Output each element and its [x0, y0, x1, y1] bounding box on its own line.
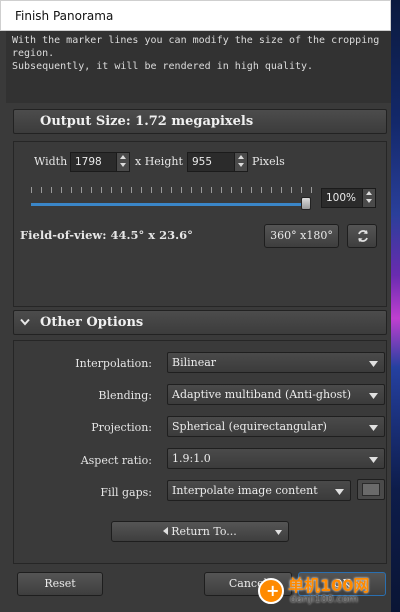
- interpolation-select[interactable]: Bilinear: [167, 352, 385, 373]
- width-stepper[interactable]: [116, 153, 129, 171]
- width-label: Width: [34, 155, 68, 168]
- slider-ticks: [31, 187, 321, 193]
- return-to-label: Return To...: [171, 525, 237, 538]
- reset-crop-button[interactable]: [347, 224, 377, 248]
- width-value: 1798: [75, 156, 102, 168]
- output-size-header: Output Size: 1.72 megapixels: [13, 109, 387, 134]
- dropdown-arrow-icon: [369, 393, 378, 399]
- title-bar: Finish Panorama: [0, 0, 391, 31]
- refresh-icon: [358, 230, 368, 242]
- dropdown-arrow-icon: [335, 489, 344, 495]
- blending-label: Blending:: [98, 389, 152, 402]
- background-panorama: [391, 0, 400, 612]
- watermark: + 单机100网 danji100.com: [258, 572, 391, 612]
- full-360-button[interactable]: 360° x180°: [264, 224, 339, 248]
- other-options-label: Other Options: [40, 315, 144, 330]
- return-to-button[interactable]: Return To...: [111, 521, 289, 542]
- dropdown-arrow-icon: [369, 361, 378, 367]
- reset-button[interactable]: Reset: [17, 572, 103, 596]
- other-options-header[interactable]: Other Options: [13, 310, 387, 335]
- projection-value: Spherical (equirectangular): [172, 420, 327, 433]
- blending-select[interactable]: Adaptive multiband (Anti-ghost): [167, 384, 385, 405]
- info-line-1: With the marker lines you can modify the…: [12, 35, 380, 46]
- pixels-label: Pixels: [252, 155, 285, 168]
- zoom-slider-handle[interactable]: [301, 197, 311, 210]
- chevron-down-icon: [20, 318, 30, 326]
- projection-select[interactable]: Spherical (equirectangular): [167, 416, 385, 437]
- aspect-ratio-label: Aspect ratio:: [80, 454, 152, 467]
- width-input[interactable]: 1798: [70, 152, 130, 172]
- fill-gaps-value: Interpolate image content: [172, 484, 318, 497]
- aspect-ratio-select[interactable]: 1.9:1.0: [167, 448, 385, 469]
- dropdown-arrow-icon: [369, 457, 378, 463]
- output-size-panel: Width 1798 x Height 955 Pixels 100% Fiel…: [13, 141, 387, 307]
- fill-color-swatch[interactable]: [357, 479, 385, 500]
- output-size-label: Output Size: 1.72 megapixels: [40, 114, 254, 129]
- field-of-view-text: Field-of-view: 44.5° x 23.6°: [20, 228, 193, 242]
- spinner-arrows-icon: [366, 191, 372, 203]
- spinner-arrows-icon: [238, 155, 244, 167]
- blending-value: Adaptive multiband (Anti-ghost): [172, 388, 352, 401]
- fill-gaps-label: Fill gaps:: [100, 486, 152, 499]
- height-stepper[interactable]: [234, 153, 247, 171]
- dropdown-arrow-icon: [275, 530, 282, 535]
- height-label: x Height: [135, 155, 183, 168]
- info-text: With the marker lines you can modify the…: [6, 31, 391, 103]
- interpolation-label: Interpolation:: [75, 357, 152, 370]
- window-title: Finish Panorama: [15, 9, 114, 23]
- info-line-2: region.: [12, 48, 55, 59]
- zoom-value: 100%: [326, 192, 357, 204]
- watermark-text: 单机100网: [288, 576, 370, 595]
- chevron-left-icon: [163, 527, 169, 535]
- info-line-3: Subsequently, it will be rendered in hig…: [12, 61, 314, 72]
- other-options-panel: Interpolation: Bilinear Blending: Adapti…: [13, 340, 387, 564]
- interpolation-value: Bilinear: [172, 356, 217, 369]
- zoom-input[interactable]: 100%: [321, 188, 376, 208]
- projection-label: Projection:: [91, 421, 152, 434]
- spinner-arrows-icon: [120, 155, 126, 167]
- zoom-stepper[interactable]: [362, 189, 375, 207]
- fill-color-preview: [362, 483, 380, 496]
- dropdown-arrow-icon: [369, 425, 378, 431]
- watermark-url: danji100.com: [290, 594, 358, 605]
- height-input[interactable]: 955: [187, 152, 248, 172]
- aspect-ratio-value: 1.9:1.0: [172, 452, 211, 465]
- fill-gaps-select[interactable]: Interpolate image content: [167, 480, 351, 501]
- zoom-slider-track[interactable]: [31, 203, 306, 206]
- height-value: 955: [192, 156, 213, 168]
- watermark-logo-icon: +: [258, 578, 284, 604]
